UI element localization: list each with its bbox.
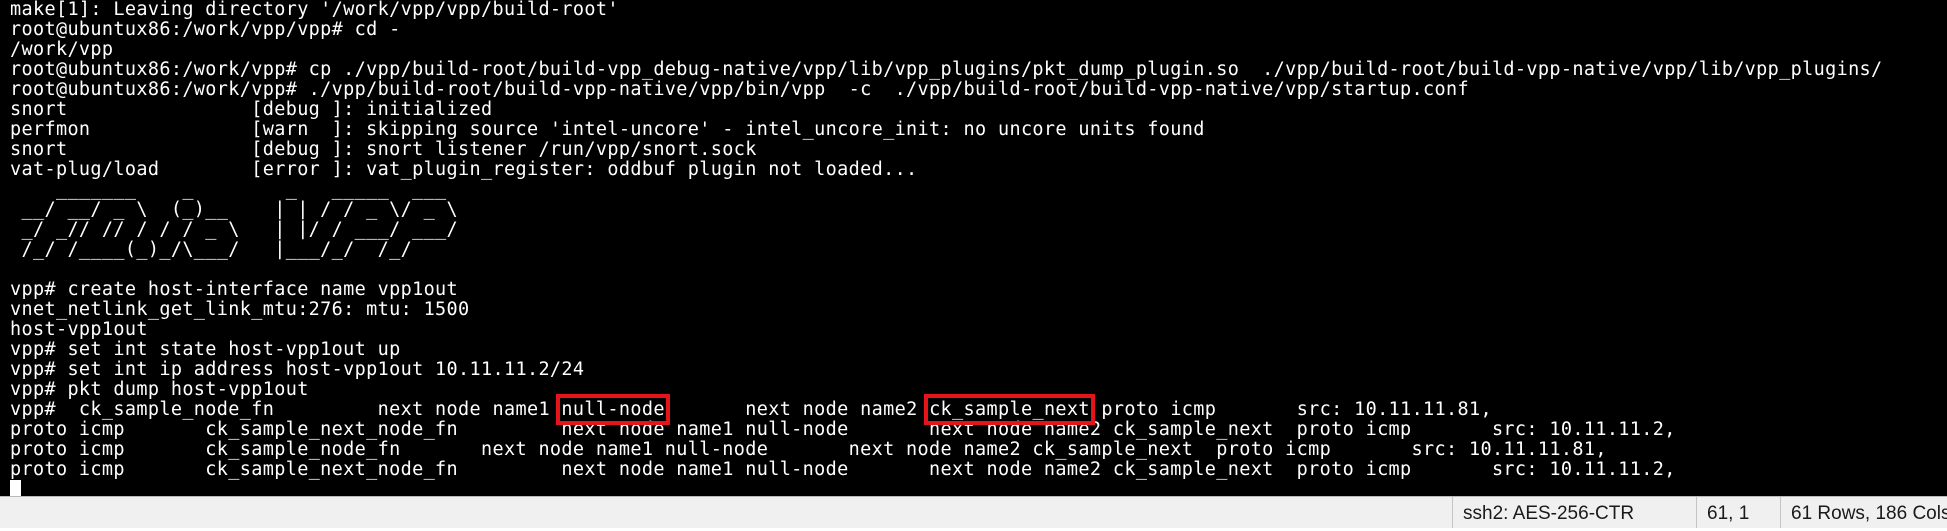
- line-segment: next node name2: [664, 399, 930, 420]
- terminal-line: vpp# pkt dump host-vpp1out: [10, 379, 309, 400]
- terminal-line: perfmon [warn ]: skipping source 'intel-…: [10, 119, 1205, 140]
- terminal-line: proto icmp ck_sample_next_node_fn next n…: [10, 459, 1676, 480]
- status-bar: ssh2: AES-256-CTR 61, 1 61 Rows, 186 Col…: [0, 496, 1947, 528]
- terminal-line: root@ubuntux86:/work/vpp# cp ./vpp/build…: [10, 59, 1883, 80]
- terminal-line: root@ubuntux86:/work/vpp/vpp# cd -: [10, 19, 401, 40]
- terminal-line: snort [debug ]: snort listener /run/vpp/…: [10, 139, 757, 160]
- terminal-line: vpp# set int ip address host-vpp1out 10.…: [10, 359, 585, 380]
- terminal-line: make[1]: Leaving directory '/work/vpp/vp…: [10, 0, 619, 20]
- terminal-line: __/ __/ _ \ (_)__ | | / / _ \/ _ \: [10, 199, 459, 220]
- terminal-line: vpp# set int state host-vpp1out up: [10, 339, 401, 360]
- terminal-line: vpp# create host-interface name vpp1out: [10, 279, 459, 300]
- line-segment: vpp# ck_sample_node_fn next node name1: [10, 399, 562, 420]
- terminal-line: _/ _// // / / / _ \ | |/ / ___/ ___/: [10, 219, 459, 240]
- status-terminal-size: 61 Rows, 186 Cols: [1780, 497, 1947, 528]
- terminal-line: vpp# ck_sample_node_fn next node name1 n…: [10, 394, 1883, 425]
- terminal-line: root@ubuntux86:/work/vpp# ./vpp/build-ro…: [10, 79, 1469, 100]
- highlighted-text: null-node: [556, 394, 670, 425]
- terminal-line: vat-plug/load [error ]: vat_plugin_regis…: [10, 159, 918, 180]
- terminal-line: vnet_netlink_get_link_mtu:276: mtu: 1500: [10, 299, 470, 320]
- terminal-line: host-vpp1out: [10, 319, 148, 340]
- terminal-cursor: [10, 480, 21, 496]
- terminal-line: snort [debug ]: initialized: [10, 99, 493, 120]
- line-segment: proto icmp src: 10.11.11.81,: [1089, 399, 1492, 420]
- terminal-line: proto icmp ck_sample_node_fn next node n…: [10, 439, 1607, 460]
- terminal-line: /_/ /____(_)_/\___/ |___/_/ /_/: [10, 239, 459, 260]
- terminal-window[interactable]: make[1]: Leaving directory '/work/vpp/vp…: [0, 0, 1947, 496]
- status-cursor-position: 61, 1: [1696, 497, 1787, 528]
- terminal-line: /work/vpp: [10, 39, 114, 60]
- terminal-output: make[1]: Leaving directory '/work/vpp/vp…: [10, 0, 1883, 480]
- highlighted-text: ck_sample_next: [924, 394, 1095, 425]
- terminal-line: _______ _ _ _____ ___: [10, 179, 459, 200]
- terminal-line: proto icmp ck_sample_next_node_fn next n…: [10, 419, 1676, 440]
- status-encryption: ssh2: AES-256-CTR: [1452, 497, 1703, 528]
